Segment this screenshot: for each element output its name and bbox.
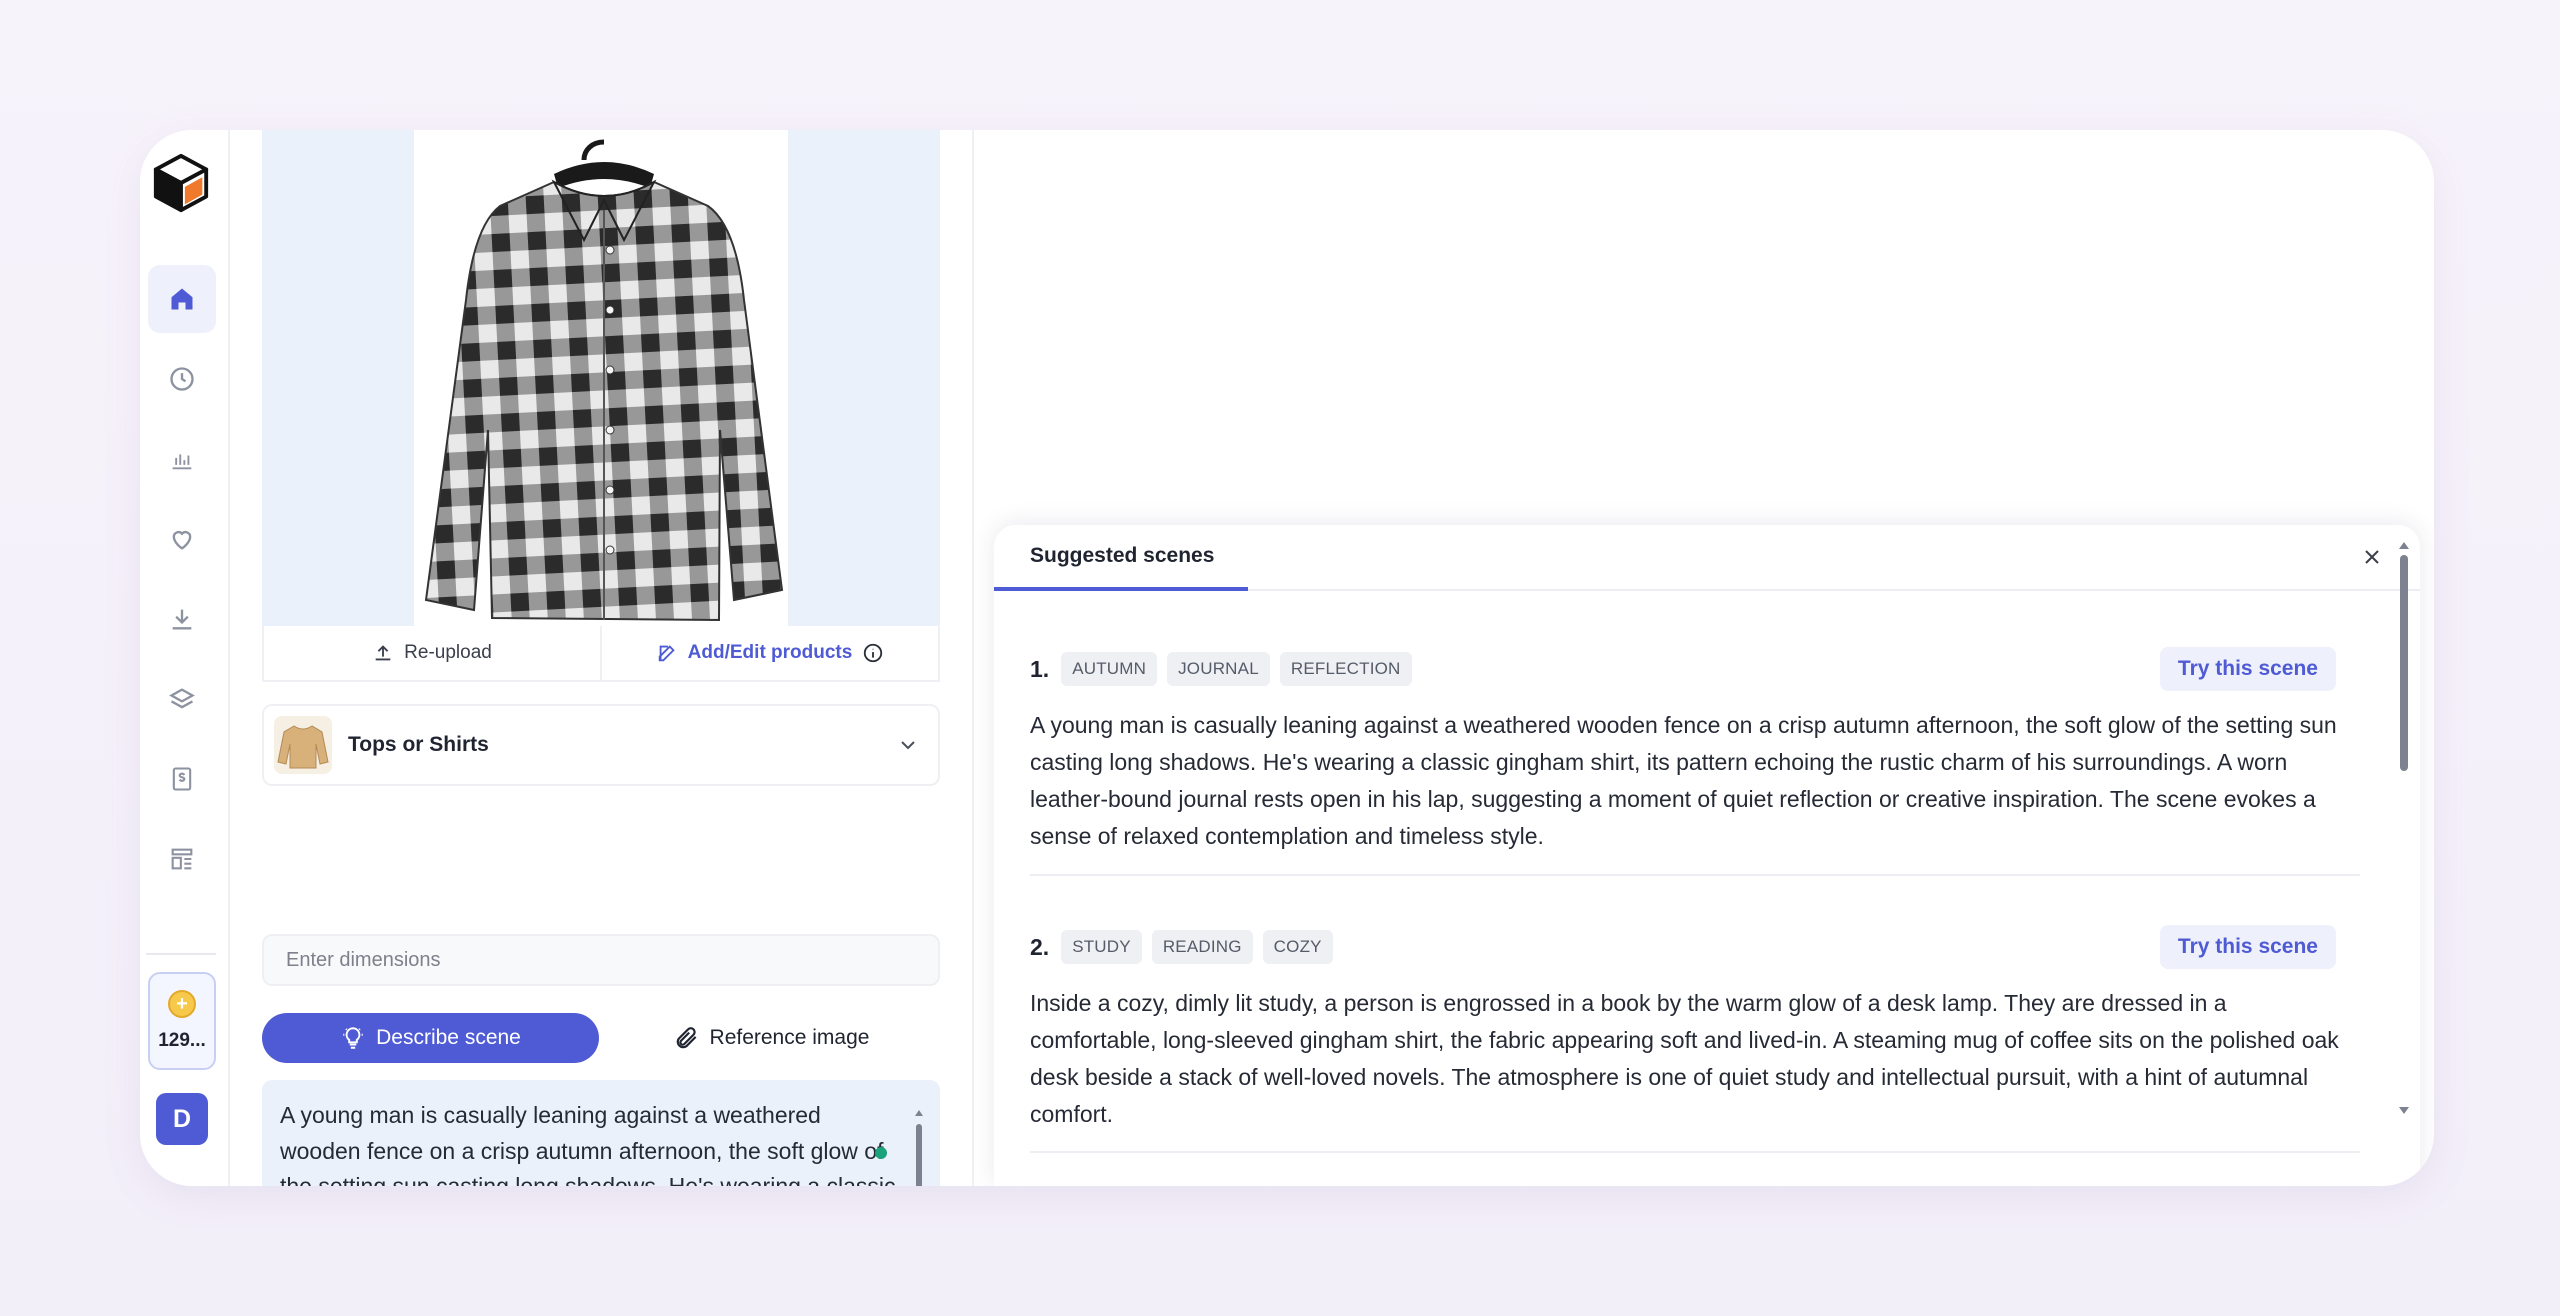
suggested-scenes-panel: Suggested scenes 1. AUTUMN JOURNAL REFLE… <box>994 525 2420 1186</box>
reference-image-label: Reference image <box>709 1026 870 1049</box>
clock-icon <box>170 367 194 391</box>
add-edit-products-button[interactable]: Add/Edit products <box>602 626 938 680</box>
canvas-area: Suggested scenes 1. AUTUMN JOURNAL REFLE… <box>972 130 2434 1186</box>
try-this-scene-button[interactable]: Try this scene <box>2159 647 2336 691</box>
heart-icon <box>172 531 192 550</box>
sidebar-nav: + 129... D <box>140 130 230 1186</box>
describe-scene-label: Describe scene <box>376 1026 521 1049</box>
tab-suggested-scenes[interactable]: Suggested scenes <box>994 525 1248 591</box>
layers-icon <box>169 688 195 709</box>
scene-tag: AUTUMN <box>1061 652 1158 686</box>
category-select[interactable]: Tops or Shirts <box>262 704 940 786</box>
scene-description-textarea[interactable]: A young man is casually leaning against … <box>262 1080 940 1186</box>
download-icon <box>172 609 192 630</box>
layout-list-icon <box>171 848 193 870</box>
scene-number: 2. <box>1030 933 1050 960</box>
scenes-scrollbar[interactable] <box>2396 537 2412 1117</box>
lightbulb-icon <box>343 1027 363 1049</box>
avatar[interactable]: D <box>156 1093 208 1145</box>
credits-amount: 129... <box>158 1030 206 1051</box>
scene-divider <box>1030 1151 2360 1153</box>
add-edit-label: Add/Edit products <box>687 642 853 663</box>
nav-history[interactable] <box>148 345 216 413</box>
scene-mode-tabs: Describe scene Reference image <box>262 1013 940 1063</box>
logo-cube-icon[interactable] <box>150 152 212 214</box>
edit-icon <box>658 645 675 662</box>
reupload-label: Re-upload <box>404 642 492 663</box>
close-icon[interactable] <box>2360 545 2384 569</box>
scene-number: 1. <box>1030 655 1050 682</box>
nav-templates[interactable] <box>148 825 216 893</box>
scenes-panel-header: Suggested scenes <box>994 525 2420 591</box>
home-icon <box>171 288 193 310</box>
gingham-shirt-image <box>424 139 784 622</box>
category-label: Tops or Shirts <box>348 733 489 756</box>
try-this-scene-button[interactable]: Try this scene <box>2159 925 2336 969</box>
scene-tag: COZY <box>1262 930 1333 964</box>
scene-divider <box>1030 874 2360 876</box>
app-window: + 129... D Re-upload Add/Edit products T… <box>140 130 2434 1186</box>
scene-tag: REFLECTION <box>1279 652 1412 686</box>
scene-tag: JOURNAL <box>1167 652 1270 686</box>
editor-panel: Re-upload Add/Edit products Tops or Shir… <box>262 130 940 1186</box>
nav-analytics[interactable] <box>148 425 216 493</box>
scene-description: Inside a cozy, dimly lit study, a person… <box>1030 990 2339 1127</box>
upload-icon <box>375 645 391 661</box>
product-image <box>262 130 940 626</box>
scene-description: A young man is casually leaning against … <box>1030 712 2337 849</box>
nav-divider <box>146 953 216 955</box>
nav-billing[interactable] <box>148 745 216 813</box>
description-scrollbar[interactable] <box>912 1102 926 1186</box>
paperclip-icon <box>676 1027 696 1049</box>
image-actions: Re-upload Add/Edit products <box>262 626 940 682</box>
category-thumbnail <box>274 716 332 774</box>
scene-tag: STUDY <box>1061 930 1142 964</box>
shirt-thumbnail-icon <box>277 725 329 769</box>
nav-home[interactable] <box>148 265 216 333</box>
tab-describe-scene[interactable]: Describe scene <box>262 1013 599 1063</box>
scene-description-text: A young man is casually leaning against … <box>280 1102 896 1186</box>
reupload-button[interactable]: Re-upload <box>264 626 602 680</box>
scene-header: 1. AUTUMN JOURNAL REFLECTION <box>1030 649 1412 689</box>
credits-badge[interactable]: + 129... <box>148 972 216 1070</box>
coin-icon: + <box>168 990 196 1018</box>
chevron-down-icon <box>901 741 915 750</box>
dimensions-input[interactable] <box>262 934 940 986</box>
tab-reference-image[interactable]: Reference image <box>603 1013 940 1063</box>
nav-favorites[interactable] <box>148 505 216 573</box>
scenes-list: 1. AUTUMN JOURNAL REFLECTION Try this sc… <box>1030 591 2360 1186</box>
dollar-document-icon <box>172 767 192 791</box>
bar-chart-icon <box>172 454 192 470</box>
status-dot-icon <box>875 1147 887 1159</box>
scene-header: 2. STUDY READING COZY <box>1030 927 1333 967</box>
scene-tag: READING <box>1151 930 1253 964</box>
info-icon[interactable] <box>862 642 884 664</box>
nav-layers[interactable] <box>148 665 216 733</box>
nav-downloads[interactable] <box>148 585 216 653</box>
